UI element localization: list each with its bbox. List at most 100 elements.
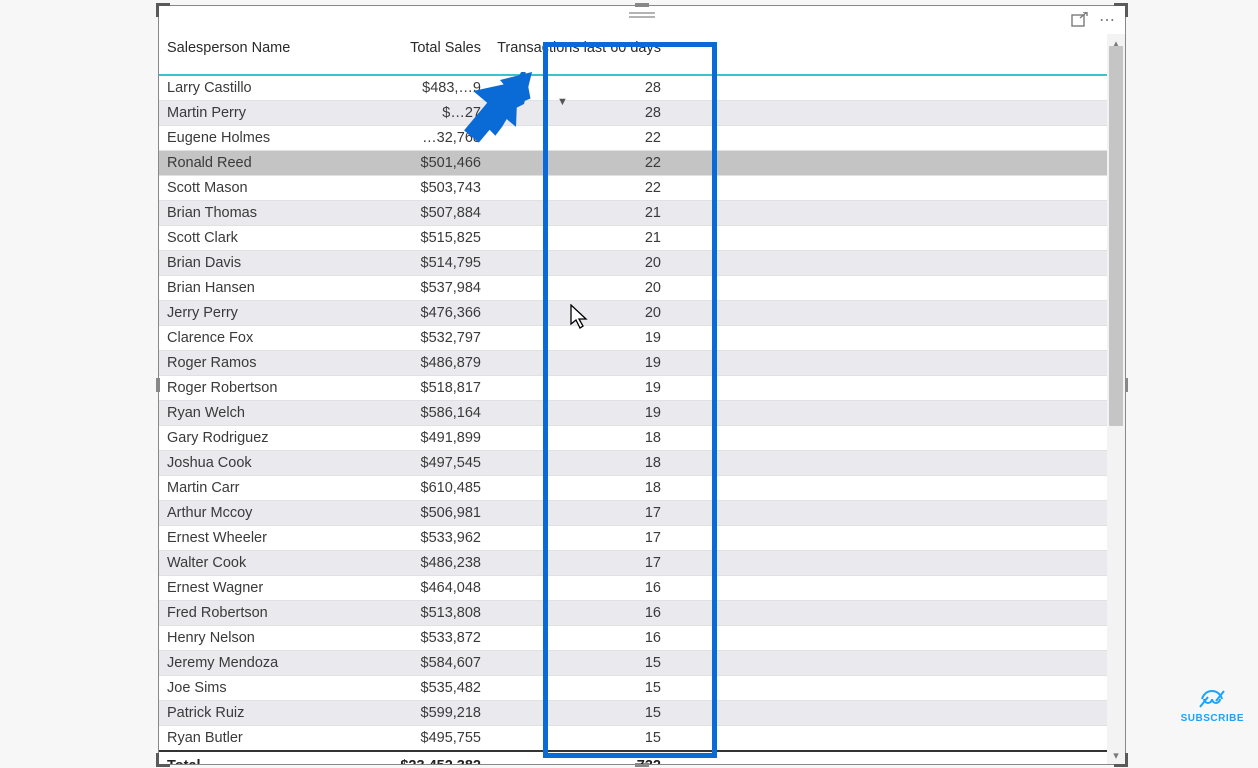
cell-name: Arthur Mccoy: [159, 501, 299, 526]
table-row[interactable]: Eugene Holmes…32,76822: [159, 126, 1107, 151]
table-row[interactable]: Joe Sims$535,48215: [159, 676, 1107, 701]
cell-name: Scott Clark: [159, 226, 299, 251]
table-row[interactable]: Ryan Welch$586,16419: [159, 401, 1107, 426]
resize-handle-top[interactable]: [635, 3, 649, 7]
table-row[interactable]: Walter Cook$486,23817: [159, 551, 1107, 576]
table-row[interactable]: Martin Carr$610,48518: [159, 476, 1107, 501]
table-row[interactable]: Brian Thomas$507,88421: [159, 201, 1107, 226]
cell-name: Scott Mason: [159, 176, 299, 201]
table-row[interactable]: Jerry Perry$476,36620: [159, 301, 1107, 326]
cell-name: Eugene Holmes: [159, 126, 299, 151]
focus-mode-icon[interactable]: [1069, 10, 1091, 30]
cell-name: Martin Perry: [159, 101, 299, 126]
cell-transactions: 21: [489, 201, 669, 226]
cell-name: Martin Carr: [159, 476, 299, 501]
table-row[interactable]: Jeremy Mendoza$584,60715: [159, 651, 1107, 676]
sales-table: Salesperson Name Total Sales Transaction…: [159, 34, 1107, 764]
cell-sales: $503,743: [299, 176, 489, 201]
cell-sales: $599,218: [299, 701, 489, 726]
cell-sales: $…27: [299, 101, 489, 126]
table-row[interactable]: Ernest Wheeler$533,96217: [159, 526, 1107, 551]
cell-transactions: 15: [489, 651, 669, 676]
table-row[interactable]: Gary Rodriguez$491,89918: [159, 426, 1107, 451]
cell-name: Clarence Fox: [159, 326, 299, 351]
total-sales: $23,452,382: [299, 751, 489, 764]
cell-transactions: 20: [489, 276, 669, 301]
cell-sales: $514,795: [299, 251, 489, 276]
cell-sales: $584,607: [299, 651, 489, 676]
table-row[interactable]: Henry Nelson$533,87216: [159, 626, 1107, 651]
cell-transactions: 18: [489, 426, 669, 451]
cell-name: Larry Castillo: [159, 75, 299, 101]
table-row[interactable]: Roger Ramos$486,87919: [159, 351, 1107, 376]
cell-sales: $507,884: [299, 201, 489, 226]
cell-transactions: 16: [489, 601, 669, 626]
table-row[interactable]: Ronald Reed$501,46622: [159, 151, 1107, 176]
cell-transactions: 15: [489, 726, 669, 752]
cell-transactions: 16: [489, 626, 669, 651]
cell-transactions: 18: [489, 451, 669, 476]
table-row[interactable]: Ryan Butler$495,75515: [159, 726, 1107, 752]
cell-sales: $495,755: [299, 726, 489, 752]
cell-name: Fred Robertson: [159, 601, 299, 626]
cell-sales: $506,981: [299, 501, 489, 526]
cell-name: Jerry Perry: [159, 301, 299, 326]
table-row[interactable]: Joshua Cook$497,54518: [159, 451, 1107, 476]
table-row[interactable]: Brian Davis$514,79520: [159, 251, 1107, 276]
sort-descending-icon: ▼: [557, 96, 568, 108]
resize-handle-tl[interactable]: [156, 3, 170, 17]
cell-name: Joshua Cook: [159, 451, 299, 476]
total-transactions: 732: [489, 751, 669, 764]
cell-name: Walter Cook: [159, 551, 299, 576]
table-row[interactable]: Patrick Ruiz$599,21815: [159, 701, 1107, 726]
cell-transactions: 16: [489, 576, 669, 601]
cell-transactions: 17: [489, 526, 669, 551]
cell-sales: $537,984: [299, 276, 489, 301]
cell-sales: $533,962: [299, 526, 489, 551]
table-row[interactable]: Martin Perry$…2728: [159, 101, 1107, 126]
cell-transactions: 28: [489, 101, 669, 126]
cell-name: Henry Nelson: [159, 626, 299, 651]
more-options-icon[interactable]: ⋯: [1097, 10, 1119, 30]
table-row[interactable]: Scott Mason$503,74322: [159, 176, 1107, 201]
cell-transactions: 22: [489, 126, 669, 151]
table-row[interactable]: Larry Castillo$483,…928: [159, 75, 1107, 101]
cell-name: Ernest Wagner: [159, 576, 299, 601]
cell-name: Joe Sims: [159, 676, 299, 701]
table-row[interactable]: Brian Hansen$537,98420: [159, 276, 1107, 301]
scrollbar-thumb[interactable]: [1109, 46, 1123, 426]
cell-sales: $515,825: [299, 226, 489, 251]
table-row[interactable]: Scott Clark$515,82521: [159, 226, 1107, 251]
scrollbar-down-icon[interactable]: ▾: [1107, 746, 1125, 764]
cell-sales: $491,899: [299, 426, 489, 451]
cell-name: Gary Rodriguez: [159, 426, 299, 451]
cell-name: Brian Davis: [159, 251, 299, 276]
table-row[interactable]: Roger Robertson$518,81719: [159, 376, 1107, 401]
cell-name: Roger Ramos: [159, 351, 299, 376]
column-header-transactions[interactable]: Transactions last 60 days: [489, 34, 669, 75]
cell-transactions: 22: [489, 176, 669, 201]
cell-sales: $486,879: [299, 351, 489, 376]
cell-name: Ryan Butler: [159, 726, 299, 752]
subscribe-label: SUBSCRIBE: [1181, 713, 1244, 724]
cell-name: Jeremy Mendoza: [159, 651, 299, 676]
cell-transactions: 17: [489, 551, 669, 576]
column-header-sales[interactable]: Total Sales: [299, 34, 489, 75]
cell-sales: $586,164: [299, 401, 489, 426]
table-row[interactable]: Fred Robertson$513,80816: [159, 601, 1107, 626]
cell-transactions: 15: [489, 676, 669, 701]
cell-sales: $501,466: [299, 151, 489, 176]
cell-name: Patrick Ruiz: [159, 701, 299, 726]
table-row[interactable]: Clarence Fox$532,79719: [159, 326, 1107, 351]
cell-name: Ernest Wheeler: [159, 526, 299, 551]
column-header-name[interactable]: Salesperson Name: [159, 34, 299, 75]
cell-sales: $532,797: [299, 326, 489, 351]
cell-sales: $513,808: [299, 601, 489, 626]
drag-grip-icon[interactable]: [629, 12, 655, 18]
table-row[interactable]: Ernest Wagner$464,04816: [159, 576, 1107, 601]
table-row[interactable]: Arthur Mccoy$506,98117: [159, 501, 1107, 526]
subscribe-badge[interactable]: SUBSCRIBE: [1181, 687, 1244, 724]
table-scroll-area: Salesperson Name Total Sales Transaction…: [159, 34, 1107, 764]
cell-sales: $535,482: [299, 676, 489, 701]
table-visual-frame: ⋯ Salesperson Name Total Sales Transacti…: [158, 5, 1126, 765]
